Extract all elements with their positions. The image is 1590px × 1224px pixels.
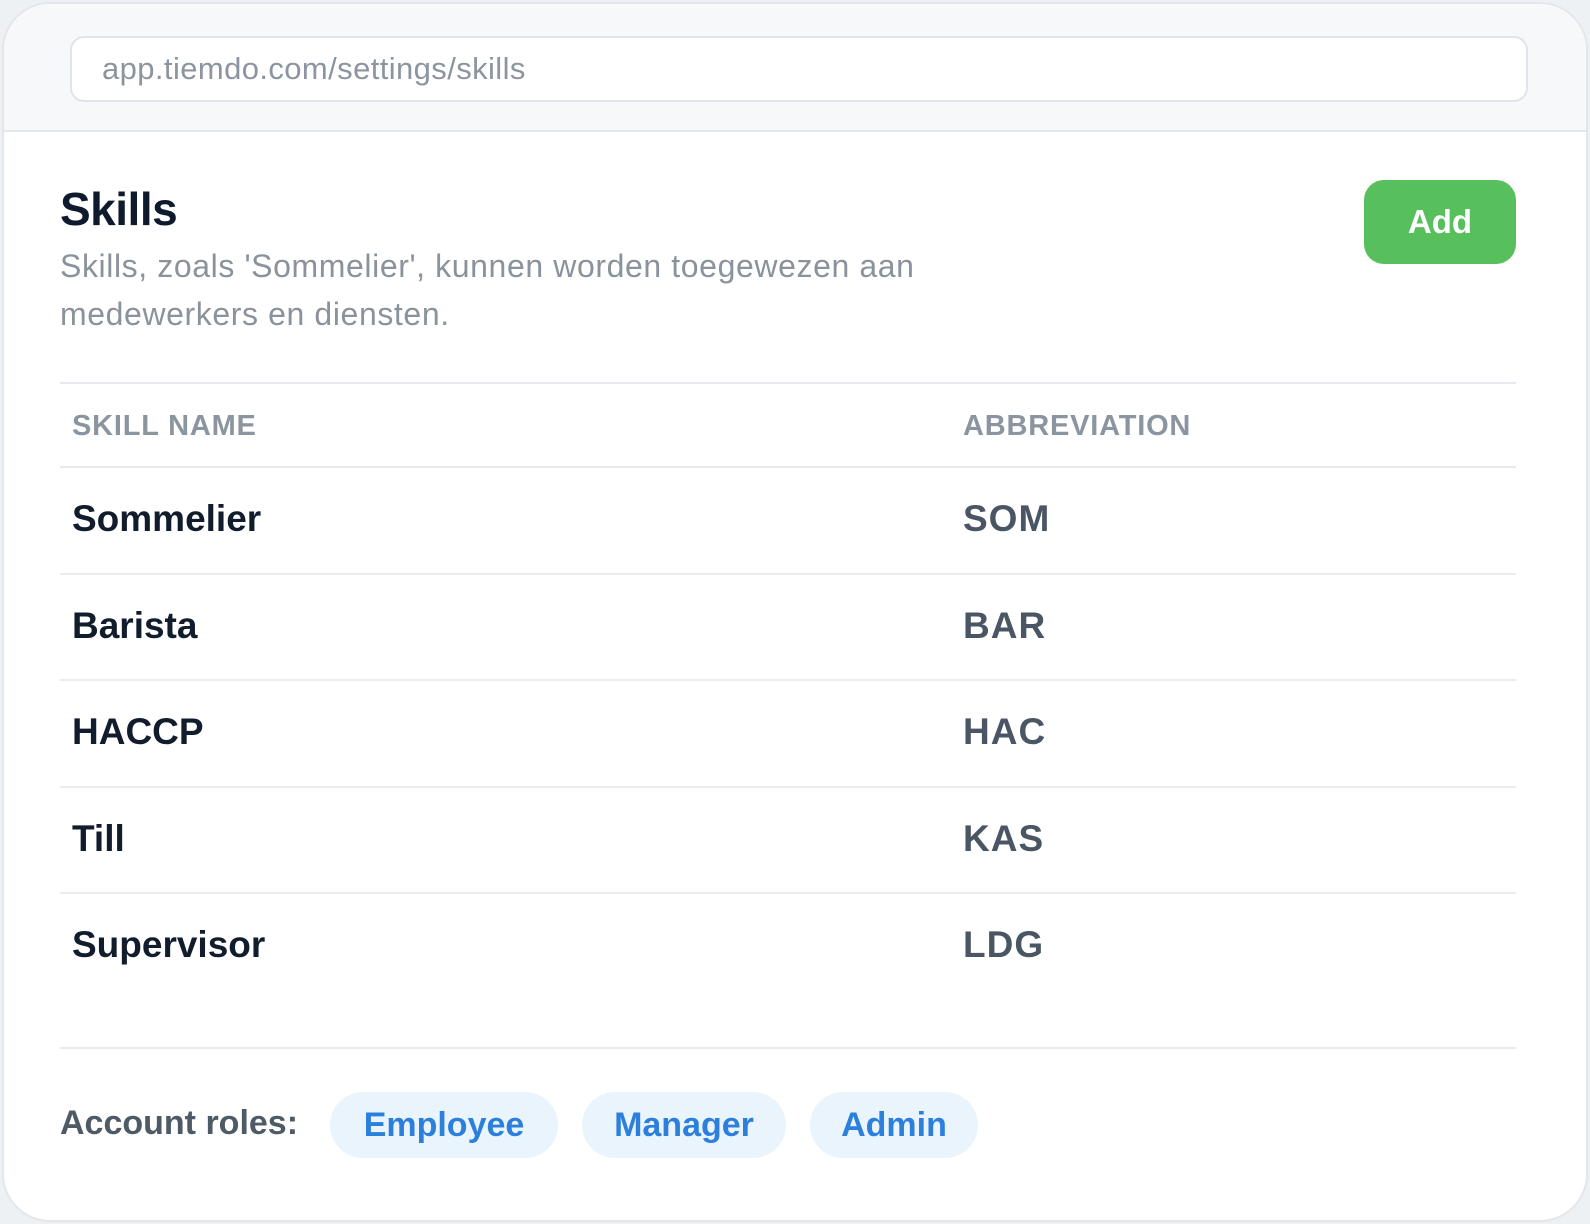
browser-bar — [4, 4, 1586, 132]
role-chip-employee[interactable]: Employee — [330, 1092, 558, 1158]
page-title: Skills — [60, 183, 178, 235]
role-chip-admin[interactable]: Admin — [810, 1092, 978, 1158]
table-header: SKILL NAME ABBREVIATION — [60, 382, 1516, 468]
skills-settings-panel: Skills Skills, zoals 'Sommelier', kunnen… — [60, 132, 1536, 1220]
skill-abbreviation: HAC — [963, 711, 1047, 752]
app-window: Skills Skills, zoals 'Sommelier', kunnen… — [2, 2, 1588, 1222]
address-bar[interactable] — [70, 36, 1528, 102]
skill-name: Till — [72, 817, 125, 859]
table-row[interactable]: Supervisor LDG — [60, 894, 1516, 1001]
table-row[interactable]: Till KAS — [60, 788, 1516, 894]
table-row[interactable]: Sommelier SOM — [60, 468, 1516, 575]
page-description: Skills, zoals 'Sommelier', kunnen worden… — [60, 248, 915, 332]
skill-abbreviation: BAR — [963, 604, 1047, 646]
skill-abbreviation: LDG — [963, 924, 1045, 965]
skill-abbreviation: SOM — [963, 498, 1051, 539]
skill-name: Supervisor — [72, 924, 266, 965]
footer-divider — [60, 1047, 1516, 1049]
skills-table: SKILL NAME ABBREVIATION Sommelier SOM Ba… — [60, 382, 1516, 1001]
table-row[interactable]: HACCP HAC — [60, 681, 1516, 788]
column-header-skill-name: SKILL NAME — [72, 410, 257, 442]
skill-name: HACCP — [72, 711, 204, 752]
skill-name: Barista — [72, 604, 198, 646]
skill-abbreviation: KAS — [963, 817, 1045, 859]
table-row[interactable]: Barista BAR — [60, 575, 1516, 681]
add-skill-button[interactable]: Add — [1364, 180, 1516, 264]
role-chip-manager[interactable]: Manager — [582, 1092, 786, 1158]
skill-name: Sommelier — [72, 498, 262, 539]
column-header-abbreviation: ABBREVIATION — [963, 410, 1192, 442]
account-roles-label: Account roles: — [60, 1104, 299, 1142]
